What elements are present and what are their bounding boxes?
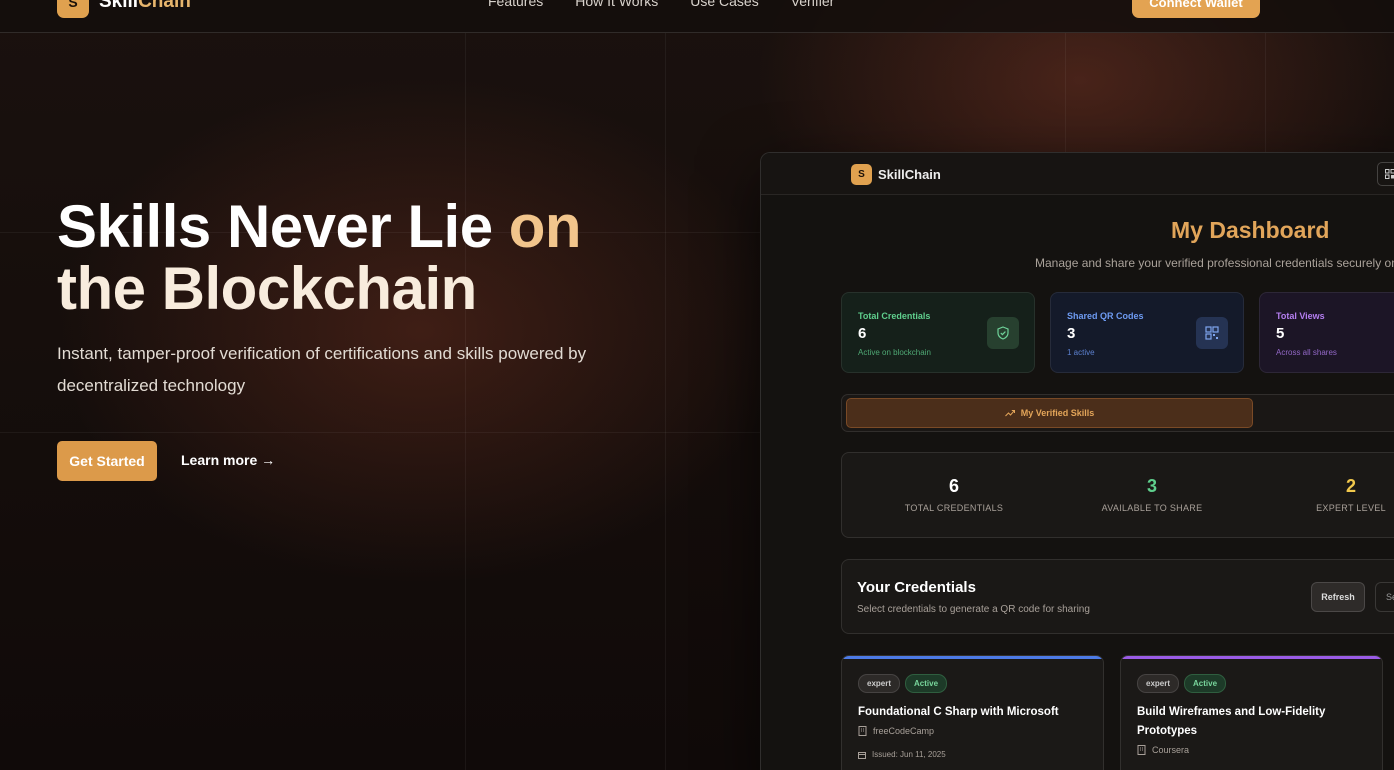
brand-name: SkillChain bbox=[99, 0, 191, 12]
credential-issued-date: Issued: Jun 11, 2025 bbox=[858, 750, 946, 759]
credentials-header: Your Credentials Select credentials to g… bbox=[841, 559, 1394, 634]
stat-card-total-credentials: Total Credentials 6 Active on blockchain bbox=[841, 292, 1035, 373]
dashboard-logo-icon: S bbox=[851, 164, 872, 185]
nav-links: Features How It Works Use Cases Verifier bbox=[488, 0, 834, 9]
qr-code-icon bbox=[1196, 317, 1228, 349]
summary-available-to-share: 3 AVAILABLE TO SHARE bbox=[1072, 476, 1232, 513]
dashboard-brand-name: SkillChain bbox=[878, 167, 941, 182]
summary-label: TOTAL CREDENTIALS bbox=[904, 503, 1004, 513]
stat-note: Active on blockchain bbox=[858, 348, 931, 357]
credential-issuer: freeCodeCamp bbox=[858, 726, 934, 736]
card-accent-stripe bbox=[842, 656, 1103, 659]
summary-value: 3 bbox=[1146, 476, 1157, 496]
calendar-icon bbox=[858, 751, 866, 759]
building-icon bbox=[1137, 745, 1146, 755]
tab-my-verified-skills[interactable]: My Verified Skills bbox=[846, 398, 1253, 428]
trending-up-icon bbox=[1004, 410, 1015, 417]
summary-label: EXPERT LEVEL bbox=[1316, 503, 1386, 513]
dashboard-header: S SkillChain bbox=[761, 153, 1394, 195]
card-accent-stripe bbox=[1121, 656, 1382, 659]
status-badge: Active bbox=[905, 674, 948, 693]
qr-menu-button[interactable] bbox=[1377, 162, 1394, 186]
dashboard-subtitle: Manage and share your verified professio… bbox=[1035, 256, 1394, 270]
stat-card-shared-qr: Shared QR Codes 3 1 active bbox=[1050, 292, 1244, 373]
stat-label: Total Credentials bbox=[858, 311, 931, 321]
status-badge: Active bbox=[1184, 674, 1227, 693]
nav-link-features[interactable]: Features bbox=[488, 0, 543, 9]
level-badge: expert bbox=[1137, 674, 1180, 693]
dashboard-tabs: My Verified Skills bbox=[841, 394, 1394, 432]
nav-link-verifier[interactable]: Verifier bbox=[791, 0, 835, 9]
nav-link-how-it-works[interactable]: How It Works bbox=[575, 0, 658, 9]
credential-name: Build Wireframes and Low-Fidelity Protot… bbox=[1137, 706, 1326, 737]
stat-label: Total Views bbox=[1276, 311, 1325, 321]
brand-logo-link[interactable]: S SkillChain bbox=[57, 0, 191, 18]
connect-wallet-button[interactable]: Connect Wallet bbox=[1132, 0, 1260, 18]
level-badge: expert bbox=[858, 674, 901, 693]
credentials-title: Your Credentials bbox=[857, 579, 976, 596]
hero-title: Skills Never Lie on the Blockchain bbox=[57, 193, 582, 322]
dashboard-title: My Dashboard bbox=[1171, 217, 1330, 243]
nav-link-use-cases[interactable]: Use Cases bbox=[690, 0, 758, 9]
grid-line bbox=[665, 33, 666, 770]
credential-issuer: Coursera bbox=[1137, 745, 1189, 755]
hero-subtitle: Instant, tamper-proof verification of ce… bbox=[57, 344, 587, 395]
tab-label: My Verified Skills bbox=[1020, 408, 1095, 418]
credentials-summary: 6 TOTAL CREDENTIALS 3 AVAILABLE TO SHARE… bbox=[841, 452, 1394, 538]
stat-card-total-views: Total Views 5 Across all shares bbox=[1259, 292, 1394, 373]
summary-label: AVAILABLE TO SHARE bbox=[1101, 503, 1203, 513]
dashboard-brand[interactable]: S SkillChain bbox=[851, 164, 941, 185]
stat-value: 6 bbox=[858, 325, 867, 342]
select-button[interactable]: Se bbox=[1375, 582, 1394, 612]
credential-badges: expert Active bbox=[858, 674, 948, 693]
shield-check-icon bbox=[987, 317, 1019, 349]
stat-value: 5 bbox=[1276, 325, 1285, 342]
stat-value: 3 bbox=[1067, 325, 1076, 342]
stat-label: Shared QR Codes bbox=[1067, 311, 1144, 321]
get-started-button[interactable]: Get Started bbox=[57, 441, 157, 481]
credentials-subtitle: Select credentials to generate a QR code… bbox=[857, 604, 1090, 615]
qr-code-icon bbox=[1385, 169, 1394, 179]
credential-card[interactable]: expert Active Build Wireframes and Low-F… bbox=[1120, 655, 1383, 770]
summary-value: 6 bbox=[948, 476, 959, 496]
stat-note: Across all shares bbox=[1276, 348, 1337, 357]
brand-logo-icon: S bbox=[57, 0, 89, 18]
stat-note: 1 active bbox=[1067, 348, 1095, 357]
dashboard-preview: S SkillChain My Dashboard Manage and sha… bbox=[760, 152, 1394, 770]
credential-card[interactable]: expert Active Foundational C Sharp with … bbox=[841, 655, 1104, 770]
summary-expert-level: 2 EXPERT LEVEL bbox=[1271, 476, 1394, 513]
credential-name: Foundational C Sharp with Microsoft bbox=[858, 706, 1059, 718]
learn-more-link[interactable]: Learn more → bbox=[181, 452, 275, 468]
credential-badges: expert Active bbox=[1137, 674, 1227, 693]
summary-value: 2 bbox=[1345, 476, 1356, 496]
top-navbar: S SkillChain Features How It Works Use C… bbox=[0, 0, 1394, 33]
refresh-button[interactable]: Refresh bbox=[1311, 582, 1365, 612]
building-icon bbox=[858, 726, 867, 736]
summary-total-credentials: 6 TOTAL CREDENTIALS bbox=[874, 476, 1034, 513]
